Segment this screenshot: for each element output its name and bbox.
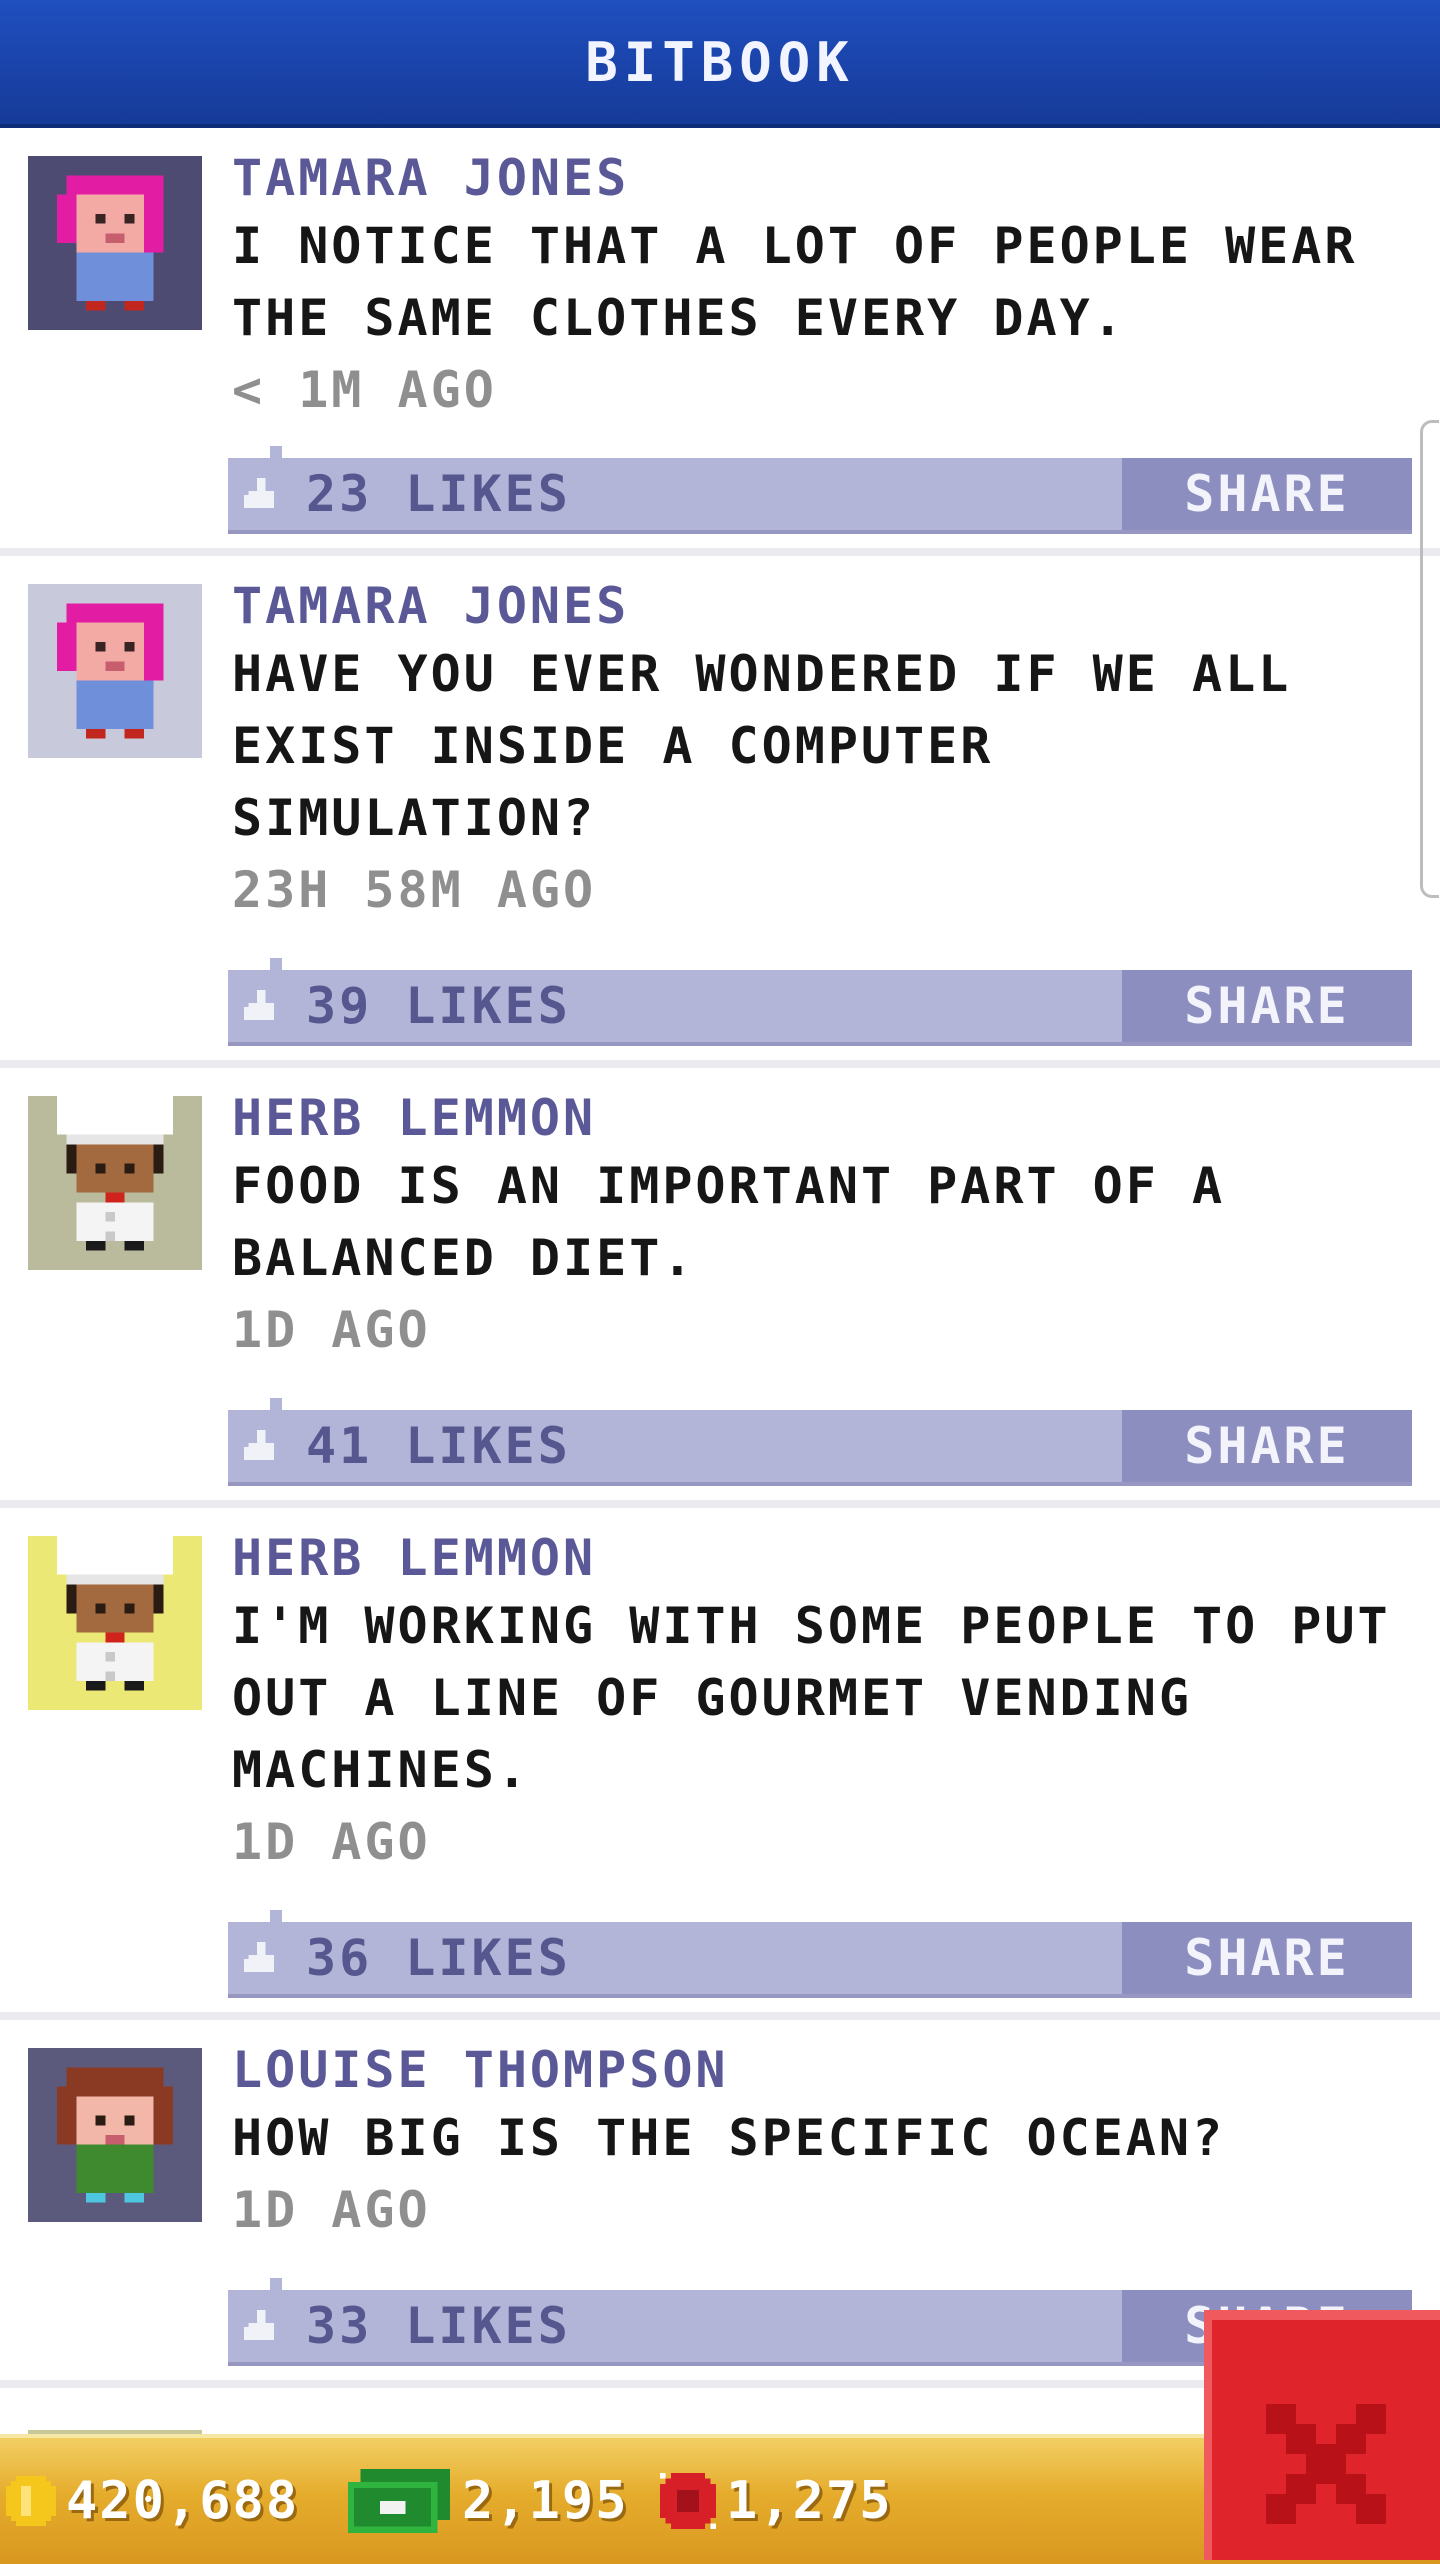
coin-icon [6,2476,56,2526]
ticket-icon [660,2473,716,2529]
share-button[interactable]: SHARE [1122,1410,1412,1482]
pink-hair-woman-avatar[interactable] [28,584,202,758]
post-item: HERB LEMMON I'M WORKING WITH SOME PEOPLE… [0,1508,1440,2020]
post-author[interactable]: HERB LEMMON [232,1086,1424,1150]
thumbs-up-icon[interactable] [244,1942,278,1976]
post-text-line: BALANCED DIET. [232,1229,696,1287]
likes-bar: 36 LIKES SHARE [228,1910,1412,1998]
post-timestamp: 1D AGO [232,1813,431,1871]
likes-bar: 39 LIKES SHARE [228,958,1412,1046]
post-text-line: HOW BIG IS THE SPECIFIC OCEAN? [232,2109,1226,2167]
likes-bar-tab [270,1398,282,1410]
post-text-line: OUT A LINE OF GOURMET VENDING [232,1669,1192,1727]
post-text-line: MACHINES. [232,1741,530,1799]
post-timestamp: < 1M AGO [232,361,497,419]
post-timestamp: 23H 58M AGO [232,861,597,919]
tickets-stat: 1,275 [660,2438,893,2564]
post-timestamp: 1D AGO [232,1301,431,1359]
thumbs-up-icon[interactable] [244,1430,278,1464]
post-feed[interactable]: TAMARA JONES I NOTICE THAT A LOT OF PEOP… [0,128,1440,2388]
post-content: HERB LEMMON FOOD IS AN IMPORTANT PART OF… [232,1086,1424,1366]
like-count: 23 LIKES [306,465,571,523]
post-author[interactable]: TAMARA JONES [232,574,1424,638]
post-text-line: HAVE YOU EVER WONDERED IF WE ALL [232,645,1292,703]
post-content: TAMARA JONES I NOTICE THAT A LOT OF PEOP… [232,146,1424,426]
post-content: LOUISE THOMPSON HOW BIG IS THE SPECIFIC … [232,2038,1424,2246]
likes-bar-tab [270,2278,282,2290]
likes-bar: 23 LIKES SHARE [228,446,1412,534]
post-content: HERB LEMMON I'M WORKING WITH SOME PEOPLE… [232,1526,1424,1878]
tickets-value: 1,275 [726,2471,893,2531]
likes-bar-tab [270,1910,282,1922]
post-text-line: THE SAME CLOTHES EVERY DAY. [232,289,1126,347]
brown-hair-woman-avatar[interactable] [28,2048,202,2222]
post-timestamp: 1D AGO [232,2181,431,2239]
close-button[interactable] [1204,2310,1440,2560]
coins-stat: 420,688 [6,2438,299,2564]
post-author[interactable]: LOUISE THOMPSON [232,2038,1424,2102]
app-title: BITBOOK [585,30,855,94]
scrollbar[interactable] [1420,420,1439,898]
post-item: TAMARA JONES I NOTICE THAT A LOT OF PEOP… [0,128,1440,556]
close-icon [1266,2404,1386,2524]
post-text-line: FOOD IS AN IMPORTANT PART OF A [232,1157,1226,1215]
app-header: BITBOOK [0,0,1440,128]
chef-avatar[interactable] [28,1096,202,1270]
likes-bar: 41 LIKES SHARE [228,1398,1412,1486]
coins-value: 420,688 [66,2471,300,2531]
post-item: HERB LEMMON FOOD IS AN IMPORTANT PART OF… [0,1068,1440,1508]
bux-icon [347,2469,451,2533]
thumbs-up-icon[interactable] [244,478,278,512]
like-count: 36 LIKES [306,1929,571,1987]
likes-bar-tab [270,446,282,458]
pink-hair-woman-avatar[interactable] [28,156,202,330]
post-author[interactable]: TAMARA JONES [232,146,1424,210]
post-text-line: I NOTICE THAT A LOT OF PEOPLE WEAR [232,217,1358,275]
like-count: 41 LIKES [306,1417,571,1475]
bux-stat: 2,195 [346,2438,629,2564]
bux-value: 2,195 [462,2471,629,2531]
post-author[interactable]: HERB LEMMON [232,1526,1424,1590]
like-count: 39 LIKES [306,977,571,1035]
like-count: 33 LIKES [306,2297,571,2355]
share-button[interactable]: SHARE [1122,1922,1412,1994]
thumbs-up-icon[interactable] [244,990,278,1024]
post-content: TAMARA JONES HAVE YOU EVER WONDERED IF W… [232,574,1424,926]
likes-bar-tab [270,958,282,970]
post-text-line: SIMULATION? [232,789,597,847]
chef-avatar[interactable] [28,1536,202,1710]
share-button[interactable]: SHARE [1122,458,1412,530]
post-text-line: EXIST INSIDE A COMPUTER [232,717,994,775]
thumbs-up-icon[interactable] [244,2310,278,2344]
post-item: TAMARA JONES HAVE YOU EVER WONDERED IF W… [0,556,1440,1068]
share-button[interactable]: SHARE [1122,970,1412,1042]
post-text-line: I'M WORKING WITH SOME PEOPLE TO PUT [232,1597,1391,1655]
